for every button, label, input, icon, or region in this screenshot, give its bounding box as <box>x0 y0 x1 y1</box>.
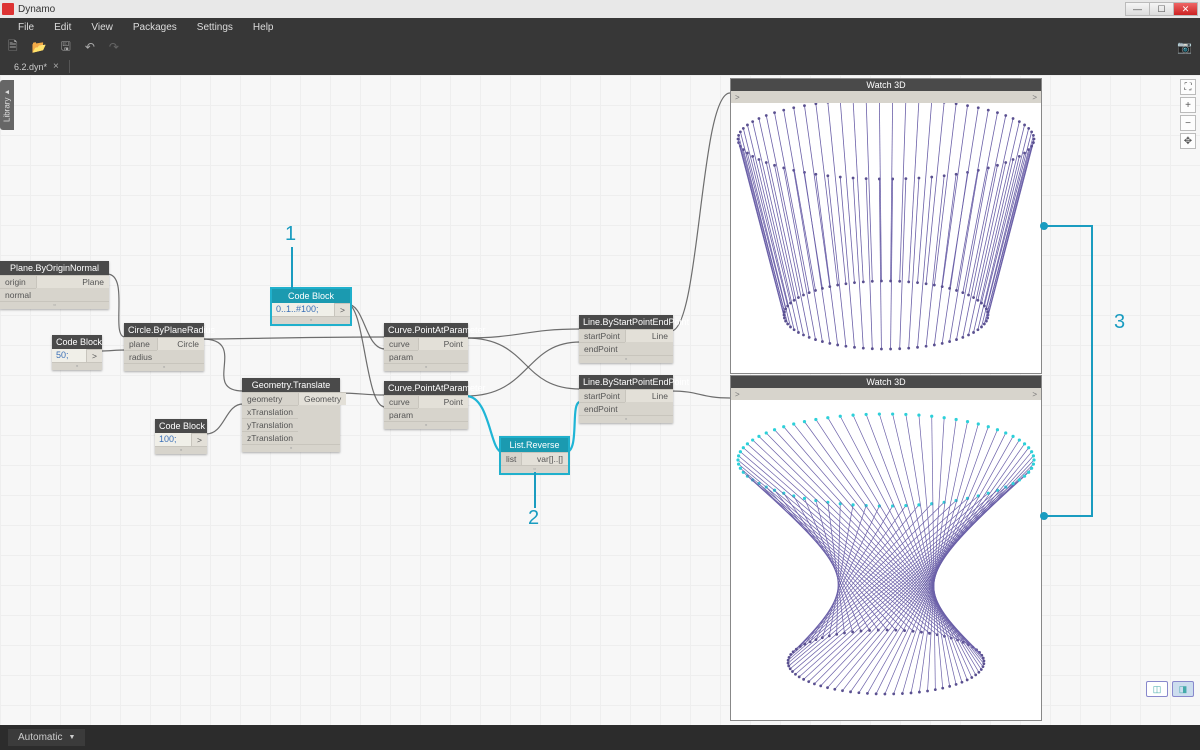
port-in[interactable]: radius <box>124 350 157 363</box>
annotation-1: 1 <box>285 223 296 246</box>
node-codeblock-50[interactable]: Code Block 50;> ▫ <box>52 335 102 370</box>
new-file-icon[interactable]: 🗎 <box>8 37 18 58</box>
port-out[interactable]: Geometry <box>298 392 346 405</box>
app-title: Dynamo <box>18 4 55 15</box>
camera-icon[interactable]: 📷 <box>1177 40 1192 54</box>
port-out[interactable]: var[]..[] <box>521 452 568 465</box>
port-in[interactable]: normal <box>0 288 36 301</box>
menu-help[interactable]: Help <box>243 22 284 33</box>
chevron-down-icon: ▼ <box>68 734 75 741</box>
port-out[interactable]: > <box>334 303 350 316</box>
menu-view[interactable]: View <box>81 22 123 33</box>
port-out[interactable]: Circle <box>157 337 204 350</box>
port-in[interactable]: yTranslation <box>242 418 298 431</box>
title-bar: Dynamo — ☐ ✕ <box>0 0 1200 18</box>
port-in[interactable]: param <box>384 408 418 421</box>
port-in[interactable]: origin <box>0 275 36 288</box>
annotation-3: 3 <box>1114 311 1125 334</box>
pan-icon[interactable]: ✥ <box>1180 133 1196 149</box>
port-in[interactable]: curve <box>384 337 418 350</box>
port-in[interactable]: curve <box>384 395 418 408</box>
menu-edit[interactable]: Edit <box>44 22 81 33</box>
node-plane[interactable]: Plane.ByOriginNormal origin normal Plane… <box>0 261 109 309</box>
menu-settings[interactable]: Settings <box>187 22 243 33</box>
port-out[interactable]: Point <box>418 337 468 350</box>
node-line-1[interactable]: Line.ByStartPointEndPoint startPointendP… <box>579 315 673 363</box>
port-in[interactable]: list <box>501 452 521 465</box>
close-button[interactable]: ✕ <box>1173 2 1198 16</box>
graph-canvas[interactable]: Library ▸ ⛶ + − ✥ Plane.ByOriginNormal o… <box>0 75 1200 725</box>
undo-icon[interactable]: ↶ <box>85 40 95 54</box>
canvas-controls: ⛶ + − ✥ <box>1180 79 1196 149</box>
port-out[interactable]: Plane <box>36 275 109 288</box>
tab-document[interactable]: 6.2.dyn* × <box>4 60 70 73</box>
port-in[interactable]: xTranslation <box>242 405 298 418</box>
port-in[interactable]: endPoint <box>579 402 625 415</box>
port-in[interactable]: > <box>735 390 740 399</box>
port-in[interactable]: param <box>384 350 418 363</box>
menu-packages[interactable]: Packages <box>123 22 187 33</box>
menu-file[interactable]: File <box>8 22 44 33</box>
node-line-2[interactable]: Line.ByStartPointEndPoint startPointendP… <box>579 375 673 423</box>
menu-bar: File Edit View Packages Settings Help <box>0 18 1200 36</box>
node-codeblock-100[interactable]: Code Block 100;> ▫ <box>155 419 207 454</box>
port-out[interactable]: > <box>86 349 102 362</box>
watch3d-view[interactable] <box>731 400 1041 720</box>
tab-bar: 6.2.dyn* × <box>0 58 1200 75</box>
node-codeblock-range[interactable]: Code Block 0..1..#100;> ▫ <box>272 289 350 324</box>
annotation-2: 2 <box>528 507 539 530</box>
node-watch3d-1[interactable]: Watch 3D >> <box>730 78 1042 374</box>
fit-view-icon[interactable]: ⛶ <box>1180 79 1196 95</box>
port-out[interactable]: > <box>191 433 207 446</box>
save-icon[interactable]: 🖫 <box>61 37 71 58</box>
port-out[interactable]: Line <box>625 329 673 342</box>
port-in[interactable]: zTranslation <box>242 431 298 444</box>
node-translate[interactable]: Geometry.Translate geometry xTranslation… <box>242 378 340 452</box>
node-circle[interactable]: Circle.ByPlaneRadius plane radius Circle… <box>124 323 204 371</box>
status-bar: Automatic▼ <box>0 725 1200 750</box>
graph-view-icon[interactable]: ◫ <box>1146 681 1168 697</box>
port-out[interactable]: > <box>1032 390 1037 399</box>
port-out[interactable]: Line <box>625 389 673 402</box>
minimize-button[interactable]: — <box>1125 2 1150 16</box>
tab-close-icon[interactable]: × <box>53 61 59 72</box>
3d-view-icon[interactable]: ◨ <box>1172 681 1194 697</box>
zoom-out-icon[interactable]: − <box>1180 115 1196 131</box>
toolbar: 🗎 📂 🖫 ↶ ↷ 📷 <box>0 36 1200 58</box>
port-in[interactable]: endPoint <box>579 342 625 355</box>
tab-label: 6.2.dyn* <box>14 62 47 72</box>
watch3d-view[interactable] <box>731 103 1041 373</box>
viewport-toggle: ◫ ◨ <box>1146 681 1194 697</box>
port-in[interactable]: plane <box>124 337 157 350</box>
zoom-in-icon[interactable]: + <box>1180 97 1196 113</box>
library-toggle[interactable]: Library ▸ <box>0 80 14 130</box>
node-point-at-param-1[interactable]: Curve.PointAtParameter curveparam Point … <box>384 323 468 371</box>
node-watch3d-2[interactable]: Watch 3D >> <box>730 375 1042 721</box>
app-icon <box>2 3 14 15</box>
open-file-icon[interactable]: 📂 <box>32 40 47 54</box>
redo-icon[interactable]: ↷ <box>109 40 119 54</box>
node-list-reverse[interactable]: List.Reverse list var[]..[] ▫ <box>501 438 568 473</box>
port-in[interactable]: > <box>735 93 740 102</box>
maximize-button[interactable]: ☐ <box>1149 2 1174 16</box>
port-in[interactable]: startPoint <box>579 389 625 402</box>
run-mode-selector[interactable]: Automatic▼ <box>8 729 85 746</box>
port-in[interactable]: startPoint <box>579 329 625 342</box>
port-out[interactable]: Point <box>418 395 468 408</box>
node-point-at-param-2[interactable]: Curve.PointAtParameter curveparam Point … <box>384 381 468 429</box>
port-in[interactable]: geometry <box>242 392 298 405</box>
port-out[interactable]: > <box>1032 93 1037 102</box>
